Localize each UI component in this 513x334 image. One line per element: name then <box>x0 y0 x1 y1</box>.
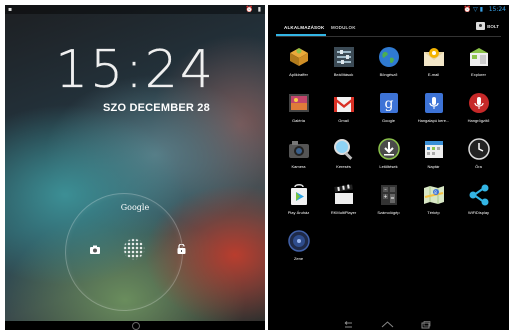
svg-text:+: + <box>383 194 387 200</box>
app-recorder[interactable]: Hangrögzítő <box>456 91 501 133</box>
package-icon <box>289 48 308 66</box>
app-label: Galéria <box>292 118 305 123</box>
app-email[interactable]: E-mail <box>411 45 456 87</box>
drawer-status-bar: ⏰ ▽ ▮ 15:24 <box>268 5 509 14</box>
share-icon <box>469 184 488 206</box>
battery-icon: ▮ <box>257 6 261 13</box>
back-icon[interactable] <box>341 321 353 328</box>
notification-icon: ▪ <box>8 6 13 13</box>
google-search-target[interactable]: Google <box>5 203 265 212</box>
app-calendar[interactable]: Naptár <box>411 137 456 179</box>
app-gallery[interactable]: Galéria <box>276 91 321 133</box>
app-camera[interactable]: Kamera <box>276 137 321 179</box>
app-music[interactable]: Zene <box>276 229 321 271</box>
app-search[interactable]: Keresés <box>321 137 366 179</box>
app-calculator[interactable]: – + = Számológép <box>366 183 411 225</box>
app-drawer: ⏰ ▽ ▮ 15:24 ALKALMAZÁSOK MODULOK BOLT Ap… <box>268 5 509 330</box>
download-icon <box>377 138 400 160</box>
app-label: Zene <box>293 256 304 261</box>
app-label: Térkép <box>427 210 440 215</box>
app-label: E-mail <box>427 72 440 77</box>
tab-apps[interactable]: ALKALMAZÁSOK <box>284 25 324 30</box>
tab-widgets[interactable]: MODULOK <box>331 25 356 30</box>
status-time: 15:24 <box>488 6 506 13</box>
explorer-icon <box>469 48 488 66</box>
play-store-icon <box>290 184 307 205</box>
clock-icon <box>467 138 490 160</box>
app-label: Letöltések <box>379 164 398 169</box>
app-label: Számológép <box>377 210 400 215</box>
app-label: Explorer <box>471 72 486 77</box>
app-label: WiFiDisplay <box>467 210 490 215</box>
app-label: Hangrögzítő <box>467 118 490 123</box>
svg-text:=: = <box>390 196 394 202</box>
home-icon[interactable] <box>381 321 394 328</box>
lock-screen: ▪ ⏰ ▮ 15:24 SZO DECEMBER 28 Google <box>5 5 265 330</box>
svg-text:8: 8 <box>434 190 437 195</box>
app-label: Google <box>382 118 395 123</box>
store-icon[interactable] <box>476 22 485 30</box>
app-settings[interactable]: Beállítások <box>321 45 366 87</box>
clapper-icon <box>333 184 353 204</box>
app-label: Play Áruház <box>287 210 310 215</box>
gallery-icon <box>288 94 309 112</box>
app-label: Kamera <box>291 164 306 169</box>
status-icons: ⏰ ▽ ▮ <box>463 6 483 13</box>
app-maps[interactable]: 8 Térkép <box>411 183 456 225</box>
lock-status-bar: ▪ ⏰ ▮ <box>5 5 265 14</box>
drawer-nav-bar <box>268 319 509 330</box>
app-aplikiraffer[interactable]: Aplikiraffer <box>276 45 321 87</box>
app-browser[interactable]: Böngésző <box>366 45 411 87</box>
tab-divider <box>276 36 501 37</box>
email-icon <box>423 48 444 66</box>
maps-icon: 8 <box>423 186 444 204</box>
app-explorer[interactable]: Explorer <box>456 45 501 87</box>
search-icon <box>333 139 352 160</box>
app-google[interactable]: g Google <box>366 91 411 133</box>
app-label: RKMultiPlayer <box>330 210 357 215</box>
app-voice-search[interactable]: Hangalapú kere... <box>411 91 456 133</box>
unlock-handle[interactable] <box>123 238 145 260</box>
app-label: Óra <box>475 164 482 169</box>
camera-icon[interactable] <box>90 245 100 254</box>
store-button[interactable]: BOLT <box>487 24 499 29</box>
app-label: Gmail <box>338 118 349 123</box>
svg-text:g: g <box>384 96 393 112</box>
recent-apps-icon[interactable] <box>421 321 431 329</box>
settings-icon <box>333 47 354 67</box>
globe-icon <box>378 47 399 67</box>
camera-icon <box>288 141 309 158</box>
alarm-icon: ⏰ <box>245 6 253 13</box>
app-label: Aplikiraffer <box>289 72 308 77</box>
app-rkmultiplayer[interactable]: RKMultiPlayer <box>321 183 366 225</box>
home-button[interactable] <box>132 322 140 330</box>
calculator-icon: – + = <box>380 185 397 205</box>
app-label: Beállítások <box>333 72 354 77</box>
app-wifidisplay[interactable]: WiFiDisplay <box>456 183 501 225</box>
lock-date: SZO DECEMBER 28 <box>103 102 210 114</box>
app-label: Böngésző <box>379 72 398 77</box>
lock-clock: 15:24 <box>55 40 215 100</box>
app-label: Hangalapú kere... <box>417 118 450 123</box>
app-clock[interactable]: Óra <box>456 137 501 179</box>
voice-search-icon <box>424 93 443 113</box>
recorder-icon <box>468 93 489 113</box>
app-label: Naptár <box>427 164 440 169</box>
app-play-store[interactable]: Play Áruház <box>276 183 321 225</box>
music-icon <box>287 230 310 252</box>
unlock-icon[interactable] <box>177 244 186 254</box>
app-label: Keresés <box>336 164 351 169</box>
gmail-icon <box>333 97 354 112</box>
google-icon: g <box>379 93 398 113</box>
app-gmail[interactable]: Gmail <box>321 91 366 133</box>
app-downloads[interactable]: Letöltések <box>366 137 411 179</box>
lock-nav-bar <box>5 321 265 330</box>
calendar-icon <box>424 141 443 158</box>
